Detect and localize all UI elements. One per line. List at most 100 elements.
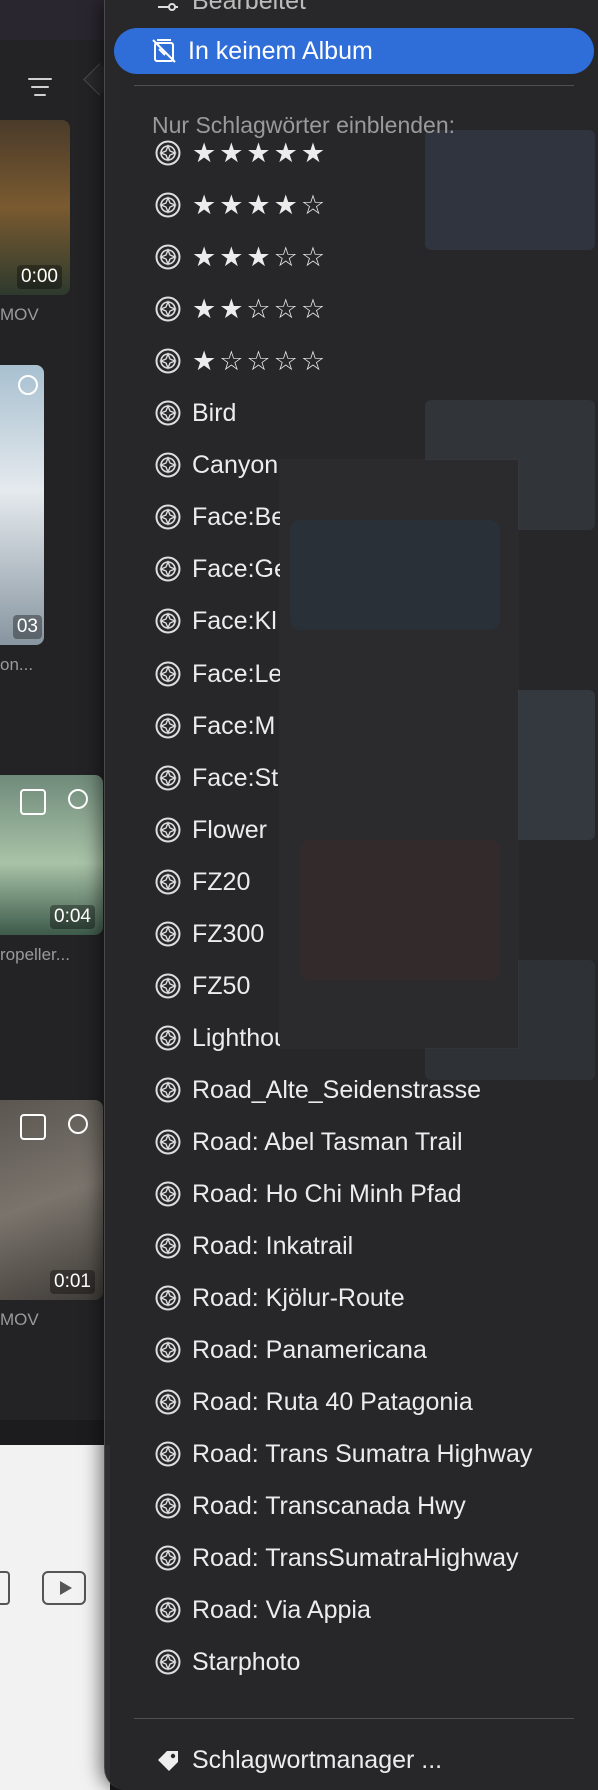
menu-item-schlagwortmanager[interactable]: Schlagwortmanager ... [114,1737,584,1783]
menu-item-keyword[interactable]: Road_Alte_Seidenstrasse [114,1067,584,1113]
keyword-icon [154,451,182,479]
menu-item-label: Face:Ge [192,554,288,583]
menu-item-label: ★★★★☆ [192,189,329,220]
menu-item-label: FZ50 [192,971,251,1000]
keyword-icon [154,660,182,688]
media-thumbnail[interactable]: 0:04 [0,775,103,935]
menu-item-rating[interactable]: ★★★★★ [114,130,584,176]
menu-separator [134,85,574,86]
keyword-icon [154,1024,182,1052]
menu-item-label: Road_Alte_Seidenstrasse [192,1075,482,1104]
menu-item-label: In keinem Album [188,36,373,65]
keyword-icon [154,1596,182,1624]
menu-item-label: Road: Abel Tasman Trail [192,1127,463,1156]
menu-item-keyword[interactable]: Road: Trans Sumatra Highway [114,1431,584,1477]
menu-item-bearbeitet[interactable]: Bearbeitet [114,0,584,24]
keyword-icon [154,1180,182,1208]
menu-item-label: Flower [192,815,268,844]
keyword-icon [154,347,182,375]
menu-item-label: Road: Inkatrail [192,1231,354,1260]
menu-item-label: Bird [192,398,237,427]
menu-item-keyword[interactable]: Road: TransSumatraHighway [114,1535,584,1581]
location-pin-icon [18,375,38,395]
tag-icon [20,1114,46,1140]
menu-item-rating[interactable]: ★☆☆☆☆ [114,338,584,384]
menu-item-label: Bearbeitet [192,0,306,15]
menu-item-label: Road: TransSumatraHighway [192,1543,519,1572]
keyword-icon [154,607,182,635]
menu-item-label: Starphoto [192,1647,301,1676]
menu-item-keyword[interactable]: Road: Kjölur-Route [114,1275,584,1321]
video-duration: 03 [12,615,42,639]
menu-item-label: Face:M [192,711,276,740]
media-filename: MOV [0,305,39,324]
video-duration: 0:04 [50,905,95,929]
tag-icon [158,1751,178,1771]
menu-item-label: Face:Kl [192,606,277,635]
keyword-icon [154,1128,182,1156]
keyword-icon [154,139,182,167]
keyword-icon [154,191,182,219]
media-filename: on... [0,655,34,674]
blurred-content [300,840,500,980]
video-duration: 0:01 [50,1270,95,1294]
menu-item-keyword[interactable]: Starphoto [114,1639,584,1685]
menu-item-label: Road: Transcanada Hwy [192,1491,466,1520]
keyword-icon [154,1648,182,1676]
menu-item-keyword[interactable]: Road: Via Appia [114,1587,584,1633]
image-icon[interactable] [0,1571,10,1605]
keyword-icon [154,555,182,583]
keyword-icon [154,1076,182,1104]
menu-separator [134,1718,574,1719]
menu-item-keyword[interactable]: Bird [114,390,584,436]
video-duration: 0:00 [17,265,62,289]
keyword-icon [154,1544,182,1572]
menu-item-label: Road: Trans Sumatra Highway [192,1439,533,1468]
media-thumbnail[interactable]: 03 [0,365,44,645]
keyword-icon [154,1284,182,1312]
filter-menu-button[interactable] [22,70,58,106]
keyword-icon [154,972,182,1000]
media-thumbnail[interactable]: 0:01 [0,1100,103,1300]
blurred-content [290,520,500,630]
location-pin-icon [68,1114,88,1134]
keyword-icon [154,243,182,271]
keyword-icon [154,816,182,844]
keyword-icon [154,1492,182,1520]
keyword-icon [154,868,182,896]
menu-item-label: Road: Kjölur-Route [192,1283,405,1312]
bottom-bar [0,1445,110,1790]
menu-item-label: Road: Ho Chi Minh Pfad [192,1179,462,1208]
menu-item-label: ★☆☆☆☆ [192,345,329,376]
menu-item-label: Canyon [192,450,279,479]
play-icon[interactable] [42,1571,86,1605]
menu-item-label: Road: Panamericana [192,1335,427,1364]
menu-item-rating[interactable]: ★★★★☆ [114,182,584,228]
menu-item-label: Face:St [192,763,279,792]
menu-item-in-keinem-album[interactable]: In keinem Album [114,28,594,74]
keyword-icon [154,1232,182,1260]
menu-item-keyword[interactable]: Road: Panamericana [114,1327,584,1373]
menu-item-keyword[interactable]: Road: Ruta 40 Patagonia [114,1379,584,1425]
media-filename: MOV [0,1310,39,1329]
menu-item-label: Schlagwortmanager ... [192,1745,443,1774]
menu-item-keyword[interactable]: Road: Transcanada Hwy [114,1483,584,1529]
location-pin-icon [68,789,88,809]
menu-item-keyword[interactable]: Road: Ho Chi Minh Pfad [114,1171,584,1217]
media-grid: 0:00 MOV 03 on... 0:04 ropeller... 0:01 … [0,120,110,1420]
menu-item-label: ★★★★★ [192,137,329,168]
menu-item-rating[interactable]: ★★☆☆☆ [114,286,584,332]
menu-item-keyword[interactable]: Road: Inkatrail [114,1223,584,1269]
media-thumbnail[interactable]: 0:00 [0,120,70,295]
menu-item-keyword[interactable]: Road: Abel Tasman Trail [114,1119,584,1165]
menu-item-label: ★★☆☆☆ [192,293,329,324]
menu-item-label: ★★★☆☆ [192,241,329,272]
keyword-icon [154,399,182,427]
keyword-icon [154,1440,182,1468]
menu-item-label: Face:Be [192,502,286,531]
menu-item-rating[interactable]: ★★★☆☆ [114,234,584,280]
menu-item-label: Road: Ruta 40 Patagonia [192,1387,473,1416]
media-filename: ropeller... [0,945,70,964]
keyword-icon [154,1336,182,1364]
tag-icon [20,789,46,815]
